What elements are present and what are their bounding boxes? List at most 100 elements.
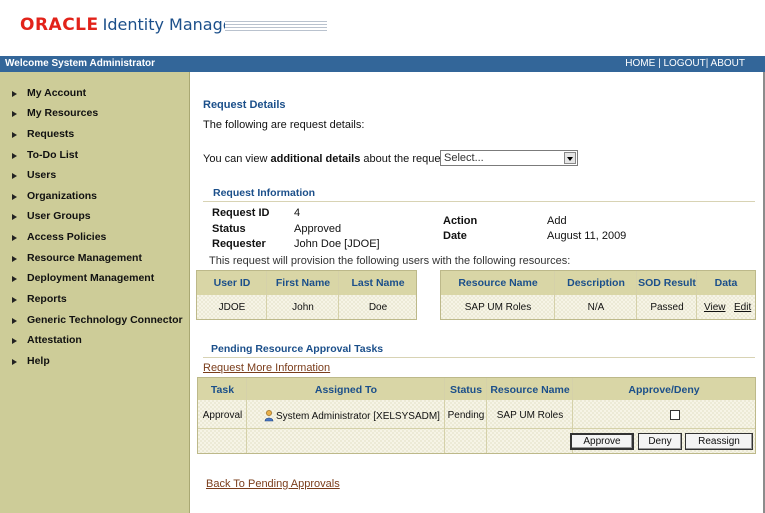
about-link[interactable]: ABOUT	[711, 58, 745, 69]
status-value: Approved	[294, 223, 342, 235]
sidebar-item-todo-list[interactable]: To-Do List	[12, 148, 78, 162]
select-value: Select...	[444, 152, 484, 164]
request-more-info-link[interactable]: Request More Information	[203, 362, 330, 374]
sidebar-item-attestation[interactable]: Attestation	[12, 333, 82, 347]
action-value: Add	[547, 215, 567, 227]
approve-checkbox[interactable]	[670, 410, 680, 420]
column-header-assigned-to: Assigned To	[314, 384, 378, 396]
sidebar-item-label: Access Policies	[27, 231, 107, 243]
sidebar-item-label: My Account	[27, 87, 87, 99]
link-separator: |	[658, 58, 661, 69]
logout-link[interactable]: LOGOUT	[663, 58, 705, 69]
cell-assigned-to: System Administrator [XELSYSADM]	[264, 410, 440, 422]
triangle-right-icon	[12, 276, 17, 282]
triangle-right-icon	[12, 111, 17, 117]
triangle-right-icon	[12, 318, 17, 324]
resources-table: Resource Name Description SOD Result Dat…	[440, 270, 756, 320]
logo-stripes-decoration	[225, 21, 327, 33]
column-header-first-name: First Name	[275, 277, 331, 289]
request-info-heading: Request Information	[213, 187, 316, 199]
triangle-right-icon	[12, 173, 17, 179]
sidebar-item-users[interactable]: Users	[12, 168, 56, 182]
section-divider	[203, 357, 755, 358]
top-bar: Welcome System Administrator HOME | LOGO…	[0, 56, 765, 72]
welcome-text: Welcome System Administrator	[5, 58, 156, 69]
cell-sod-result: Passed	[650, 302, 684, 313]
sidebar-item-label: Users	[27, 169, 57, 181]
column-header-status: Status	[449, 384, 483, 396]
users-table: User ID First Name Last Name JDOE John D…	[196, 270, 417, 320]
sidebar-item-label: Attestation	[27, 334, 82, 346]
column-header-sod-result: SOD Result	[638, 277, 696, 289]
triangle-right-icon	[12, 132, 17, 138]
sidebar-item-resource-management[interactable]: Resource Management	[12, 251, 142, 265]
page-title: Request Details	[203, 99, 286, 111]
sidebar-item-label: Reports	[27, 293, 67, 305]
sidebar-item-label: Organizations	[27, 190, 98, 202]
column-header-approve-deny: Approve/Deny	[628, 384, 700, 396]
cell-task: Approval	[202, 410, 243, 421]
approve-button[interactable]: Approve	[570, 433, 634, 450]
link-separator: |	[705, 58, 709, 69]
triangle-right-icon	[12, 256, 17, 262]
view-link[interactable]: View	[704, 302, 726, 313]
sidebar-item-deployment-management[interactable]: Deployment Management	[12, 271, 154, 285]
column-header-task: Task	[210, 384, 235, 396]
sidebar-item-reports[interactable]: Reports	[12, 292, 67, 306]
triangle-right-icon	[12, 153, 17, 159]
sidebar-item-label: Deployment Management	[27, 272, 155, 284]
sidebar-item-label: My Resources	[27, 107, 99, 119]
sidebar-item-label: Help	[27, 355, 50, 367]
date-value: August 11, 2009	[547, 230, 627, 242]
intro-text: The following are request details:	[203, 119, 365, 131]
requester-value: John Doe [JDOE]	[294, 238, 380, 250]
cell-last-name: Doe	[368, 302, 388, 313]
brand-oracle: ORACLE	[20, 15, 99, 35]
requester-label: Requester	[212, 238, 266, 250]
sidebar-item-my-resources[interactable]: My Resources	[12, 106, 98, 120]
sidebar-item-label: Generic Technology Connector	[27, 314, 183, 326]
triangle-right-icon	[12, 338, 17, 344]
sidebar: My Account My Resources Requests To-Do L…	[0, 72, 190, 513]
request-id-label: Request ID	[212, 207, 270, 219]
sidebar-item-label: User Groups	[27, 210, 91, 222]
sidebar-item-user-groups[interactable]: User Groups	[12, 209, 91, 223]
brand-product: Identity Manager	[102, 15, 240, 34]
sidebar-item-label: Resource Management	[27, 252, 142, 264]
triangle-right-icon	[12, 359, 17, 365]
cell-resource-name: SAP UM Roles	[464, 302, 532, 313]
date-label: Date	[443, 230, 467, 242]
column-header-resource-name: Resource Name	[490, 384, 570, 396]
section-divider	[203, 201, 755, 202]
sidebar-item-generic-technology-connector[interactable]: Generic Technology Connector	[12, 313, 183, 327]
sidebar-item-label: Requests	[27, 128, 75, 140]
column-header-resource-name: Resource Name	[458, 277, 538, 289]
header: ORACLE Identity Manager	[0, 0, 765, 56]
column-header-data: Data	[714, 277, 738, 289]
sidebar-item-my-account[interactable]: My Account	[12, 86, 86, 100]
status-label: Status	[212, 223, 246, 235]
deny-button[interactable]: Deny	[638, 433, 682, 450]
top-links: HOME | LOGOUT| ABOUT	[625, 58, 745, 69]
triangle-right-icon	[12, 194, 17, 200]
view-details-suffix: about the request:	[360, 153, 453, 165]
view-details-bold: additional details	[270, 153, 361, 165]
home-link[interactable]: HOME	[625, 58, 655, 69]
action-label: Action	[443, 215, 478, 227]
edit-link[interactable]: Edit	[734, 302, 751, 313]
sidebar-item-help[interactable]: Help	[12, 354, 50, 368]
additional-details-select[interactable]: Select...	[440, 150, 578, 166]
sidebar-item-access-policies[interactable]: Access Policies	[12, 230, 106, 244]
pending-tasks-table: Task Assigned To Status Resource Name Ap…	[197, 377, 756, 454]
cell-description: N/A	[587, 302, 605, 313]
triangle-right-icon	[12, 214, 17, 220]
request-id-value: 4	[294, 207, 301, 219]
row-divider	[198, 428, 755, 429]
column-header-user-id: User ID	[213, 277, 251, 289]
sidebar-item-organizations[interactable]: Organizations	[12, 189, 97, 203]
sidebar-item-requests[interactable]: Requests	[12, 127, 74, 141]
back-to-pending-approvals-link[interactable]: Back To Pending Approvals	[206, 478, 340, 490]
chevron-down-icon[interactable]	[564, 152, 576, 164]
cell-first-name: John	[292, 302, 314, 313]
reassign-button[interactable]: Reassign	[685, 433, 753, 450]
